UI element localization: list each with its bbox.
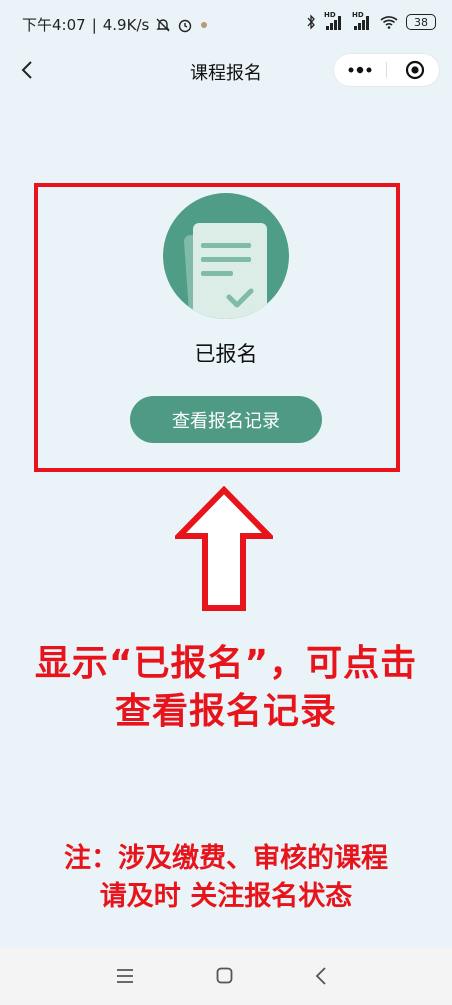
annotation-line-1: 显示“已报名”，可点击 xyxy=(34,643,418,684)
annotation-note-line-1: 注：涉及缴费、审核的课程 xyxy=(64,843,388,874)
status-right: HD HD 38 xyxy=(306,11,436,30)
alarm-icon xyxy=(179,19,192,32)
status-left: 下午4:07 | 4.9K/s xyxy=(22,14,209,35)
registration-icon-circle xyxy=(163,193,289,319)
target-icon[interactable] xyxy=(405,60,425,80)
signal-bars-icon xyxy=(354,16,372,30)
status-net-speed: 4.9K/s xyxy=(102,15,150,34)
status-time: 下午4:07 xyxy=(22,16,86,34)
capsule-divider xyxy=(386,62,387,78)
signal-2: HD xyxy=(352,11,372,30)
menu-icon[interactable] xyxy=(116,968,134,984)
system-nav-bar xyxy=(0,948,452,1005)
signal-1: HD xyxy=(324,11,344,30)
up-arrow-icon xyxy=(175,486,273,611)
bluetooth-icon xyxy=(307,14,315,30)
annotation-note: 注：涉及缴费、审核的课程 请及时 关注报名状态 xyxy=(0,840,452,916)
navigation-bar: 课程报名 xyxy=(0,50,452,94)
signal-bars-icon xyxy=(326,16,344,30)
back-icon[interactable] xyxy=(314,966,328,986)
status-separator: | xyxy=(91,15,97,34)
view-records-button[interactable]: 查看报名记录 xyxy=(130,396,322,443)
annotation-text: 显示“已报名”，可点击 查看报名记录 xyxy=(0,640,452,736)
more-icon[interactable] xyxy=(347,65,373,75)
wifi-icon xyxy=(380,16,398,29)
annotation-line-2: 查看报名记录 xyxy=(114,691,337,732)
app-notification-icon xyxy=(201,21,208,28)
document-check-icon xyxy=(184,223,267,319)
status-bar: 下午4:07 | 4.9K/s HD HD 38 xyxy=(0,0,452,50)
registration-status-label: 已报名 xyxy=(194,342,258,366)
battery-icon: 38 xyxy=(406,14,436,30)
annotation-note-line-2: 请及时 关注报名状态 xyxy=(99,881,353,912)
mini-program-capsule xyxy=(333,53,440,87)
home-icon[interactable] xyxy=(216,967,233,984)
mute-bell-icon xyxy=(156,18,171,31)
